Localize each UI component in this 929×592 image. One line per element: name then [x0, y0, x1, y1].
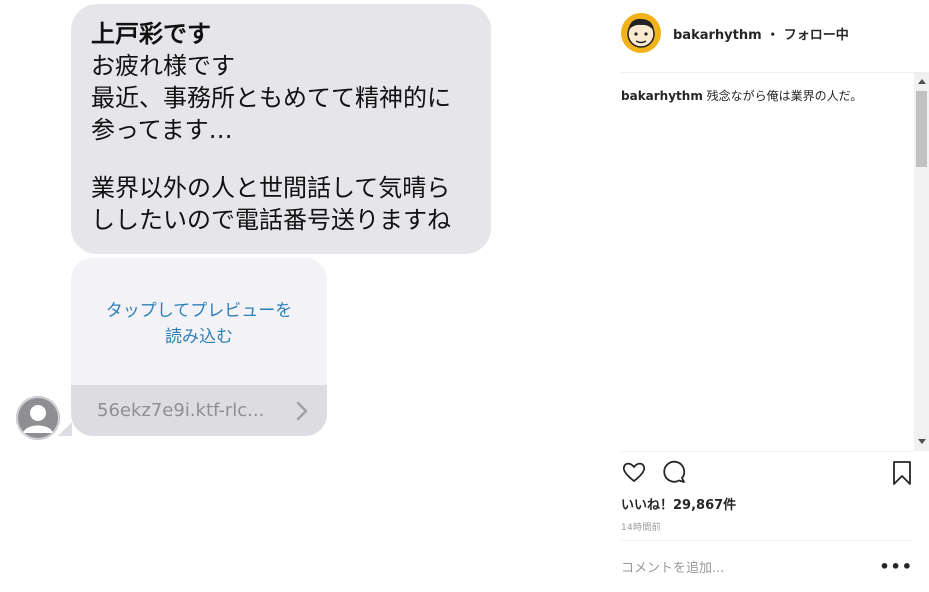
comments-area[interactable]: bakarhythm 残念ながら俺は業界の人だ。	[621, 72, 929, 451]
contact-avatar[interactable]	[16, 396, 60, 440]
separator-dot: ・	[766, 27, 780, 43]
link-preview-bubble[interactable]: タップしてプレビューを 読み込む 56ekz7e9i.ktf-rlc...	[71, 258, 327, 436]
message-sender: 上戸彩です	[91, 20, 211, 48]
tap-to-load-text: 読み込む	[165, 326, 233, 347]
link-url: 56ekz7e9i.ktf-rlc...	[97, 400, 265, 421]
comment-icon[interactable]	[661, 459, 687, 485]
message-line: お疲れ様です	[91, 52, 235, 80]
link-preview-tap-area[interactable]: タップしてプレビューを 読み込む	[71, 258, 327, 385]
add-comment-row: コメントを追加... •••	[621, 540, 913, 592]
link-url-bar[interactable]: 56ekz7e9i.ktf-rlc...	[71, 385, 327, 436]
user-avatar[interactable]	[621, 13, 661, 53]
post-actions	[621, 451, 913, 491]
post-caption: bakarhythm 残念ながら俺は業界の人だ。	[621, 87, 862, 104]
post-timestamp: 14時間前	[621, 523, 661, 533]
scroll-thumb[interactable]	[916, 91, 927, 167]
following-button[interactable]: フォロー中	[784, 28, 849, 43]
avatar-illustration-icon	[622, 14, 660, 52]
bookmark-icon[interactable]	[891, 460, 913, 486]
message-line: 業界以外の人と世間話して気晴ら	[91, 174, 451, 202]
chevron-right-icon	[296, 401, 308, 420]
scroll-down-arrow[interactable]	[918, 439, 926, 444]
message-line: ししたいので電話番号送りますね	[91, 206, 451, 234]
post-header: bakarhythm ・ フォロー中	[621, 13, 849, 53]
username-link[interactable]: bakarhythm	[673, 28, 762, 43]
likes-count[interactable]: いいね！29,867件	[621, 494, 736, 513]
bubble-tail	[58, 422, 72, 436]
message-line: 最近、事務所ともめてて精神的に	[91, 84, 451, 112]
header-username-line: bakarhythm ・ フォロー中	[673, 24, 849, 43]
chat-screenshot: 上戸彩です お疲れ様です 最近、事務所ともめてて精神的に 参ってます… 業界以外…	[0, 0, 560, 592]
caption-username[interactable]: bakarhythm	[621, 89, 703, 103]
more-options-button[interactable]: •••	[879, 557, 913, 576]
person-icon	[16, 396, 60, 440]
scroll-up-arrow[interactable]	[918, 79, 926, 84]
instagram-panel: bakarhythm ・ フォロー中 bakarhythm 残念ながら俺は業界の…	[605, 0, 929, 592]
comments-scrollbar[interactable]	[914, 73, 929, 451]
caption-text: 残念ながら俺は業界の人だ。	[706, 89, 863, 103]
tap-to-load-text: タップしてプレビューを	[105, 300, 293, 321]
comment-input[interactable]: コメントを追加...	[621, 557, 724, 576]
message-line: 参ってます…	[91, 116, 233, 144]
heart-icon[interactable]	[621, 459, 647, 485]
message-bubble: 上戸彩です お疲れ様です 最近、事務所ともめてて精神的に 参ってます… 業界以外…	[71, 4, 491, 254]
